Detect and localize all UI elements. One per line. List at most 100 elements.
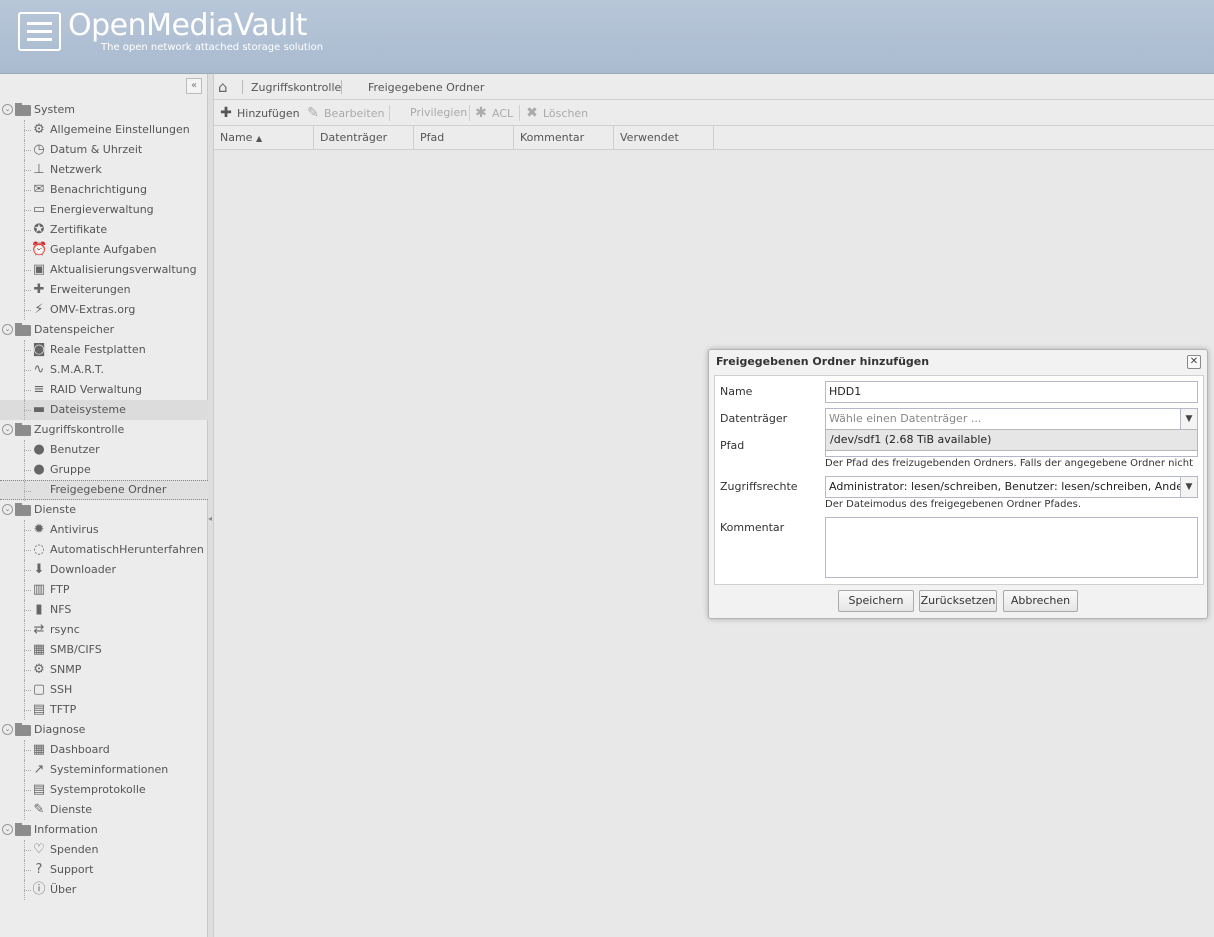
delete-button[interactable]: ✖ Löschen: [524, 104, 588, 122]
sidebar-item-raid-verwaltung[interactable]: ≡ RAID Verwaltung: [0, 380, 208, 400]
sidebar-item-benutzer[interactable]: ● Benutzer: [0, 440, 208, 460]
acl-button[interactable]: ✱ ACL: [473, 104, 513, 122]
column-kommentar[interactable]: Kommentar: [514, 126, 614, 150]
update-icon: ▣: [32, 262, 46, 277]
column-pfad[interactable]: Pfad: [414, 126, 514, 150]
column-name[interactable]: Name ▲: [214, 126, 314, 150]
folder-open-icon: [15, 103, 31, 116]
sidebar-item-netzwerk[interactable]: ⊥ Netzwerk: [0, 160, 208, 180]
sidebar-item-downloader[interactable]: ⬇ Downloader: [0, 560, 208, 580]
permissions-hint: Der Dateimodus des freigegebenen Ordner …: [825, 499, 1081, 510]
envelope-icon: ✉: [33, 182, 45, 197]
clock-icon: ◷: [33, 142, 45, 157]
sidebar-item-label: Dateisysteme: [50, 403, 126, 416]
sidebar-group-information[interactable]: ⌄ Information: [0, 820, 208, 840]
name-field[interactable]: HDD1: [825, 381, 1198, 403]
sidebar-group-zugriffskontrolle[interactable]: ⌄ Zugriffskontrolle: [0, 420, 208, 440]
sidebar-item-nfs[interactable]: ▮ NFS: [0, 600, 208, 620]
breadcrumb-item-zugriffskontrolle[interactable]: Zugriffskontrolle: [251, 81, 341, 94]
sidebar-item-tftp[interactable]: ▤ TFTP: [0, 700, 208, 720]
path-hint: Der Pfad des freizugebenden Ordners. Fal…: [825, 458, 1193, 469]
column-datentraeger[interactable]: Datenträger: [314, 126, 414, 150]
device-option[interactable]: /dev/sdf1 (2.68 TiB available): [825, 429, 1198, 451]
sidebar-item-label: Reale Festplatten: [50, 343, 146, 356]
expand-toggle-icon[interactable]: ⌄: [2, 724, 13, 735]
chevron-down-icon[interactable]: ▼: [1180, 477, 1197, 497]
sidebar-item-label: Benutzer: [50, 443, 100, 456]
sidebar-item-label: Systemprotokolle: [50, 783, 146, 796]
sidebar-group-diagnose[interactable]: ⌄ Diagnose: [0, 720, 208, 740]
column-verwendet[interactable]: Verwendet: [614, 126, 714, 150]
sidebar-group-system[interactable]: ⌄ System: [0, 100, 208, 120]
expand-toggle-icon[interactable]: ⌄: [2, 504, 13, 515]
sidebar-item-systemprotokolle[interactable]: ▤ Systemprotokolle: [0, 780, 208, 800]
sidebar-item-automatischherunterfahren[interactable]: ◌ AutomatischHerunterfahren: [0, 540, 208, 560]
sidebar-item-systeminformationen[interactable]: ↗ Systeminformationen: [0, 760, 208, 780]
sidebar-item-benachrichtigung[interactable]: ✉ Benachrichtigung: [0, 180, 208, 200]
folder-open-icon: [15, 723, 31, 736]
chevron-left-icon[interactable]: ◂: [208, 514, 212, 523]
expand-toggle-icon[interactable]: ⌄: [2, 324, 13, 335]
plus-icon: ✚: [220, 105, 232, 121]
sidebar-item-ftp[interactable]: ▥ FTP: [0, 580, 208, 600]
sidebar-item-rsync[interactable]: ⇄ rsync: [0, 620, 208, 640]
sidebar-item-ssh[interactable]: ▢ SSH: [0, 680, 208, 700]
sidebar-item-antivirus[interactable]: ✹ Antivirus: [0, 520, 208, 540]
sidebar-item-label: Energieverwaltung: [50, 203, 154, 216]
edit-button[interactable]: ✎ Bearbeiten: [305, 104, 384, 122]
sidebar-item-gruppe[interactable]: ● Gruppe: [0, 460, 208, 480]
sidebar-item-label: RAID Verwaltung: [50, 383, 142, 396]
sidebar-item-zertifikate[interactable]: ✪ Zertifikate: [0, 220, 208, 240]
snmp-icon: ⚙: [33, 662, 45, 677]
sidebar-group-datenspeicher[interactable]: ⌄ Datenspeicher: [0, 320, 208, 340]
sidebar-item-spenden[interactable]: ♡ Spenden: [0, 840, 208, 860]
sidebar-group-label: Information: [34, 823, 98, 836]
device-select[interactable]: Wähle einen Datenträger ... ▼: [825, 408, 1198, 430]
expand-toggle-icon[interactable]: ⌄: [2, 424, 13, 435]
sidebar-item-label: Netzwerk: [50, 163, 102, 176]
sidebar-item-geplante-aufgaben[interactable]: ⏰ Geplante Aufgaben: [0, 240, 208, 260]
privileges-button[interactable]: Privilegien: [410, 104, 467, 122]
sidebar-item-label: Aktualisierungsverwaltung: [50, 263, 197, 276]
logo-subtitle: The open network attached storage soluti…: [101, 42, 324, 53]
breadcrumb: ⌂ Zugriffskontrolle Freigegebene Ordner: [214, 74, 1214, 100]
cancel-button[interactable]: Abbrechen: [1003, 590, 1078, 612]
sidebar-item-dashboard[interactable]: ▦ Dashboard: [0, 740, 208, 760]
sidebar-item-aktualisierungsverwaltung[interactable]: ▣ Aktualisierungsverwaltung: [0, 260, 208, 280]
sidebar-item-reale-festplatten[interactable]: ◙ Reale Festplatten: [0, 340, 208, 360]
sidebar-group-label: Zugriffskontrolle: [34, 423, 125, 436]
sidebar-group-dienste[interactable]: ⌄ Dienste: [0, 500, 208, 520]
permissions-select[interactable]: Administrator: lesen/schreiben, Benutzer…: [825, 476, 1198, 498]
home-icon[interactable]: ⌂: [218, 78, 236, 96]
sidebar-item-allgemeine-einstellungen[interactable]: ⚙ Allgemeine Einstellungen: [0, 120, 208, 140]
menu-icon[interactable]: [18, 12, 61, 51]
sidebar-item-über[interactable]: ⓘ Über: [0, 880, 208, 900]
sidebar-item-dienste[interactable]: ✎ Dienste: [0, 800, 208, 820]
sidebar-item-smb-cifs[interactable]: ▦ SMB/CIFS: [0, 640, 208, 660]
sidebar-item-erweiterungen[interactable]: ✚ Erweiterungen: [0, 280, 208, 300]
sidebar-item-freigegebene-ordner[interactable]: Freigegebene Ordner: [0, 480, 208, 501]
sidebar-item-omv-extras-org[interactable]: ⚡ OMV-Extras.org: [0, 300, 208, 320]
sidebar-item-datum-uhrzeit[interactable]: ◷ Datum & Uhrzeit: [0, 140, 208, 160]
comment-field[interactable]: [825, 517, 1198, 578]
sidebar-item-energieverwaltung[interactable]: ▭ Energieverwaltung: [0, 200, 208, 220]
sidebar-item-support[interactable]: ? Support: [0, 860, 208, 880]
expand-toggle-icon[interactable]: ⌄: [2, 824, 13, 835]
grid-header: Name ▲ Datenträger Pfad Kommentar Verwen…: [214, 126, 1214, 150]
chevron-down-icon[interactable]: ▼: [1180, 409, 1197, 429]
save-button[interactable]: Speichern: [838, 590, 914, 612]
reset-button[interactable]: Zurücksetzen: [919, 590, 997, 612]
add-button[interactable]: ✚ Hinzufügen: [218, 104, 300, 122]
puzzle-icon: ✚: [33, 282, 45, 297]
close-icon[interactable]: ✕: [1187, 355, 1201, 369]
info-icon: ⓘ: [32, 882, 46, 897]
sidebar-item-s-m-a-r-t-[interactable]: ∿ S.M.A.R.T.: [0, 360, 208, 380]
sidebar-item-dateisysteme[interactable]: ▬ Dateisysteme: [0, 400, 208, 420]
sidebar-item-snmp[interactable]: ⚙ SNMP: [0, 660, 208, 680]
double-chevron-left-icon[interactable]: «: [186, 78, 202, 94]
sidebar-group-label: Datenspeicher: [34, 323, 115, 336]
ftp-icon: ▥: [32, 582, 46, 597]
power-icon: ◌: [33, 542, 45, 557]
expand-toggle-icon[interactable]: ⌄: [2, 104, 13, 115]
user-icon: ●: [33, 442, 45, 457]
